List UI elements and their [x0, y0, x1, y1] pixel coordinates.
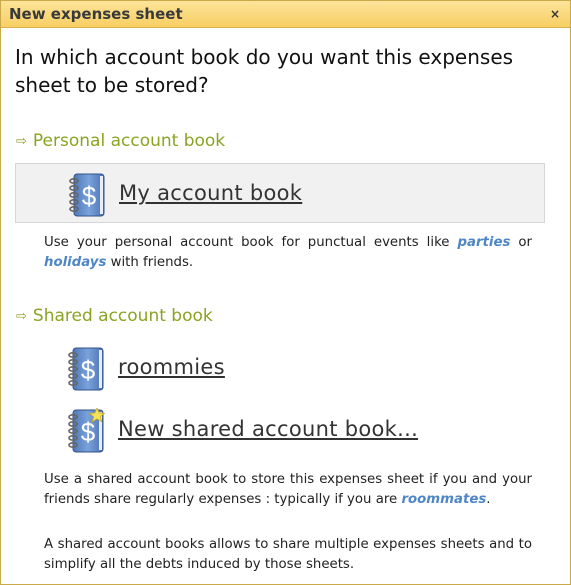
- arrow-right-icon: ⇨: [16, 309, 27, 324]
- personal-section-header: ⇨ Personal account book: [16, 131, 225, 151]
- shared-book-row-new[interactable]: New shared account book...: [15, 400, 545, 460]
- shared-section-header: ⇨ Shared account book: [16, 306, 213, 326]
- shared-section-title: Shared account book: [32, 306, 213, 326]
- arrow-right-icon: ⇨: [16, 134, 27, 149]
- personal-book-row[interactable]: My account book: [15, 163, 545, 223]
- new-shared-book-link[interactable]: New shared account book...: [118, 417, 418, 441]
- my-account-book-link[interactable]: My account book: [119, 181, 302, 205]
- dialog-question: In which account book do you want this e…: [15, 45, 514, 97]
- shared-book-row-roommies[interactable]: roommies: [15, 338, 545, 398]
- account-book-icon: [68, 347, 104, 391]
- shared-description-2: A shared account books allows to share m…: [44, 537, 532, 572]
- dialog-title: New expenses sheet: [9, 5, 183, 23]
- holidays-highlight: holidays: [44, 255, 107, 270]
- dialog-titlebar: New expenses sheet ×: [1, 1, 570, 28]
- new-account-book-icon: [68, 408, 105, 453]
- roommies-book-link[interactable]: roommies: [118, 355, 225, 379]
- roommates-highlight: roommates: [401, 492, 487, 507]
- personal-description: Use your personal account book for punct…: [44, 235, 532, 270]
- parties-highlight: parties: [457, 235, 511, 250]
- account-book-icon: [69, 173, 105, 217]
- new-expenses-sheet-dialog: New expenses sheet × In which account bo…: [0, 0, 571, 585]
- personal-section-title: Personal account book: [32, 131, 226, 151]
- close-icon[interactable]: ×: [548, 7, 562, 21]
- shared-description: Use a shared account book to store this …: [44, 472, 532, 507]
